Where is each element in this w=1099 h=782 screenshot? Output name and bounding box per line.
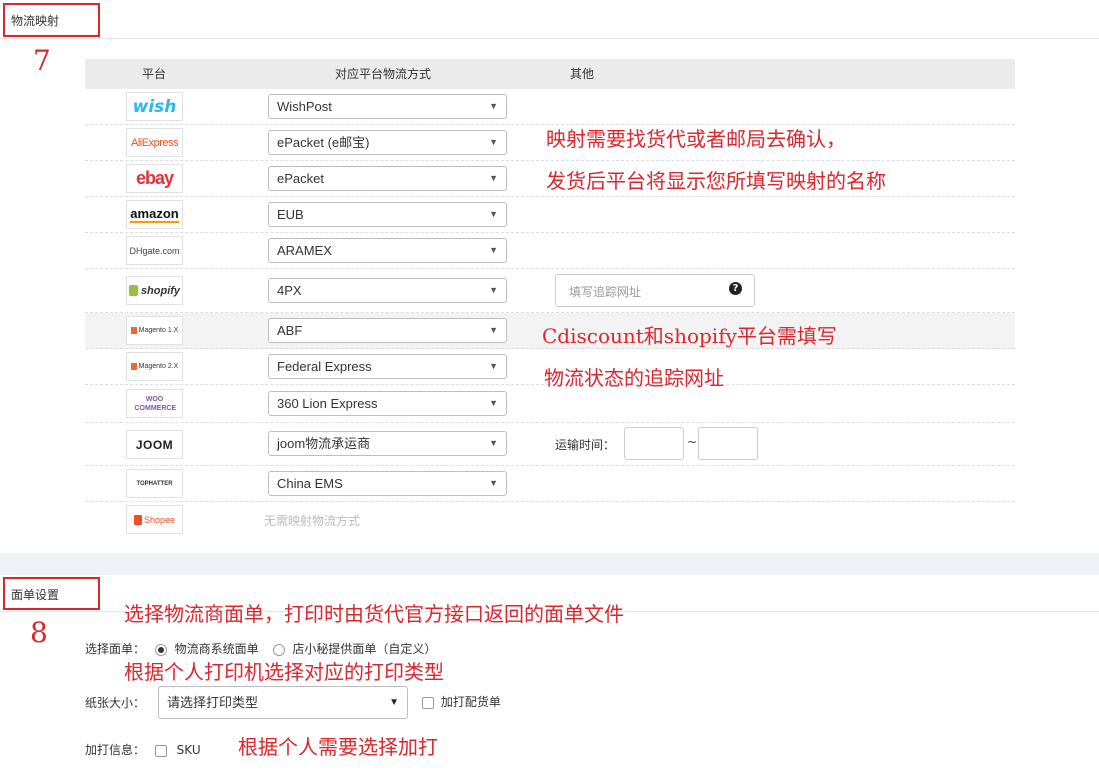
column-platform: 平台 [142,67,167,81]
add-packing-list-text: 加打配货单 [440,695,501,709]
step-number-7: 7 [33,44,51,77]
add-packing-list-checkbox[interactable] [422,696,434,709]
mapping-row-shopify: shopify 4PX ▼ 填写追踪网址 ? [85,269,1015,313]
mapping-row-tophatter: TOPHATTER China EMS ▼ [85,466,1015,502]
method-select-woocommerce[interactable]: 360 Lion Express ▼ [268,391,507,416]
wish-logo: wish [126,92,183,121]
magento2-logo: Magento 2.X [126,352,183,381]
tophatter-logo: TOPHATTER [126,469,183,498]
chevron-down-icon: ▼ [489,325,498,335]
column-method: 对应平台物流方式 [335,67,432,81]
label-settings-tab-label: 面单设置 [11,588,60,602]
method-select-dhgate[interactable]: ARAMEX ▼ [268,238,507,263]
magento-icon [130,363,137,370]
shopee-logo: Shopee [126,505,183,534]
method-select-wish[interactable]: WishPost ▼ [268,94,507,119]
paper-size-label: 纸张大小： [85,696,146,710]
ebay-logo: ebay [126,164,183,193]
chevron-down-icon: ▼ [489,361,498,371]
sku-checkbox[interactable] [154,744,167,757]
magento1-logo: Magento 1.X [126,316,183,345]
annotation-carrier-label: 选择物流商面单，打印时由货代官方接口返回的面单文件 [124,602,624,626]
annotation-extra-print: 根据个人需要选择加打 [238,735,438,759]
help-question-icon[interactable]: ? [729,282,742,295]
mapping-row-shopee: Shopee 无需映射物流方式 [85,502,1015,538]
paper-size-select[interactable]: 请选择打印类型 ▼ [158,686,408,719]
method-select-ebay[interactable]: ePacket ▼ [268,166,507,191]
chevron-down-icon: ▼ [489,478,498,488]
mapping-row-dhgate: DHgate.com ARAMEX ▼ [85,233,1015,269]
section-separator [0,553,1099,575]
method-select-amazon[interactable]: EUB ▼ [268,202,507,227]
magento-icon [130,327,137,334]
annotation-tracking-url: 物流状态的追踪网址 [544,366,724,390]
shopify-bag-icon [128,285,138,296]
chevron-down-icon: ▼ [489,101,498,111]
aliexpress-logo: AliExpress [126,128,183,157]
mapping-row-joom: JOOM joom物流承运商 ▼ 运输时间： ~ [85,423,1015,466]
method-select-tophatter[interactable]: China EMS ▼ [268,471,507,496]
annotation-tracking-required: Cdiscount和shopify平台需填写 [542,324,837,348]
method-select-magento2[interactable]: Federal Express ▼ [268,354,507,379]
transport-time-min-input[interactable] [624,427,684,460]
radio-carrier-system-label-text: 物流商系统面单 [174,642,259,656]
chevron-down-icon: ▼ [489,245,498,255]
chevron-down-icon: ▼ [489,209,498,219]
select-label-title: 选择面单： [85,642,146,656]
section1-divider [0,38,1099,39]
transport-time-label: 运输时间： [555,438,616,452]
method-select-joom[interactable]: joom物流承运商 ▼ [268,431,507,456]
column-other: 其他 [570,67,595,81]
annotation-printer-type: 根据个人打印机选择对应的打印类型 [124,660,444,684]
amazon-logo: amazon [126,200,183,229]
method-select-aliexpress[interactable]: ePacket (e邮宝) ▼ [268,130,507,155]
joom-logo: JOOM [126,430,183,459]
extra-print-row: 加打信息： SKU [85,741,201,758]
chevron-down-icon: ▼ [489,285,498,295]
radio-carrier-system-label[interactable] [154,643,167,656]
annotation-mapping-confirm: 映射需要找货代或者邮局去确认， [546,127,846,151]
logistics-mapping-tab-label: 物流映射 [11,14,60,28]
chevron-down-icon: ▼ [489,438,498,448]
logistics-mapping-tab[interactable]: 物流映射 [3,3,100,37]
transport-time-max-input[interactable] [698,427,758,460]
mapping-table-header: 平台 对应平台物流方式 其他 [85,59,1015,89]
label-settings-tab[interactable]: 面单设置 [3,577,100,610]
tracking-url-input[interactable]: 填写追踪网址 ? [555,274,755,307]
shopee-bag-icon [133,514,142,525]
sku-checkbox-text: SKU [176,743,201,757]
extra-print-label: 加打信息： [85,743,146,757]
radio-custom-label[interactable] [272,643,285,656]
chevron-down-icon: ▼ [489,137,498,147]
method-select-magento1[interactable]: ABF ▼ [268,318,507,343]
select-label-row: 选择面单： 物流商系统面单 店小秘提供面单（自定义） [85,640,436,657]
transport-time-separator: ~ [687,435,698,449]
mapping-row-wish: wish WishPost ▼ [85,89,1015,125]
shopee-no-mapping-note: 无需映射物流方式 [264,514,361,528]
chevron-down-icon: ▼ [489,173,498,183]
method-select-shopify[interactable]: 4PX ▼ [268,278,507,303]
step-number-8: 8 [30,616,48,649]
woocommerce-logo: WOO COMMERCE [126,389,183,418]
dhgate-logo: DHgate.com [126,236,183,265]
mapping-row-amazon: amazon EUB ▼ [85,197,1015,233]
radio-custom-label-text: 店小秘提供面单（自定义） [292,642,437,656]
annotation-mapping-display: 发货后平台将显示您所填写映射的名称 [546,169,886,193]
chevron-down-icon: ▼ [389,697,399,708]
add-packing-list-option: 加打配货单 [422,693,501,710]
chevron-down-icon: ▼ [489,398,498,408]
shopify-logo: shopify [126,276,183,305]
